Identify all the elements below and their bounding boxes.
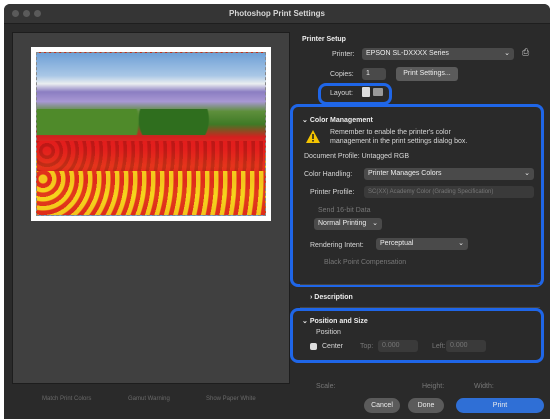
description-section[interactable]: › Description bbox=[310, 294, 353, 301]
chevron-down-icon: ⌄ bbox=[458, 240, 464, 247]
send-16bit-checkbox[interactable]: Send 16-bit Data bbox=[318, 207, 371, 214]
normal-printing-select[interactable]: Normal Printing ⌄ bbox=[314, 218, 382, 230]
copies-label: Copies: bbox=[330, 71, 354, 78]
portrait-layout-icon[interactable] bbox=[362, 87, 370, 97]
printer-profile-select[interactable]: SC(XX) Academy Color (Grading Specificat… bbox=[364, 186, 534, 198]
center-label: Center bbox=[322, 343, 344, 350]
document-profile: Document Profile: Untagged RGB bbox=[304, 153, 410, 160]
divider bbox=[300, 284, 540, 285]
preview-image[interactable] bbox=[36, 52, 266, 216]
color-handling-label: Color Handling: bbox=[304, 171, 353, 178]
print-settings-button[interactable]: Print Settings... bbox=[396, 67, 458, 81]
printer-label: Printer: bbox=[332, 51, 355, 58]
print-settings-window: Photoshop Print Settings Printer Setup P… bbox=[4, 4, 550, 419]
left-label: Left: bbox=[432, 343, 446, 350]
show-paper-white-checkbox[interactable]: Show Paper White bbox=[206, 396, 256, 402]
top-label: Top: bbox=[360, 343, 374, 350]
title-bar: Photoshop Print Settings bbox=[4, 4, 550, 24]
printer-value: EPSON SL-DXXXX Series bbox=[366, 50, 449, 57]
landscape-layout-icon[interactable] bbox=[373, 88, 383, 96]
chevron-down-icon: ⌄ bbox=[504, 50, 510, 57]
chevron-down-icon: ⌄ bbox=[302, 117, 310, 124]
cancel-button[interactable]: Cancel bbox=[364, 398, 400, 413]
warning-icon bbox=[306, 130, 320, 143]
chevron-down-icon: ⌄ bbox=[372, 220, 378, 227]
width-label: Width: bbox=[474, 383, 494, 390]
copies-input[interactable]: 1 bbox=[362, 68, 386, 80]
match-print-colors-checkbox[interactable]: Match Print Colors bbox=[42, 396, 91, 402]
rendering-intent-label: Rendering Intent: bbox=[310, 242, 364, 249]
top-input[interactable]: 0.000 bbox=[378, 340, 418, 352]
color-notice: Remember to enable the printer's color m… bbox=[330, 129, 468, 145]
chevron-down-icon: ⌄ bbox=[524, 170, 530, 177]
done-button[interactable]: Done bbox=[408, 398, 444, 413]
settings-panel: Printer Setup Printer: EPSON SL-DXXXX Se… bbox=[290, 32, 546, 390]
gamut-warning-checkbox[interactable]: Gamut Warning bbox=[128, 396, 170, 402]
print-button[interactable]: Print bbox=[456, 398, 544, 413]
window-title: Photoshop Print Settings bbox=[229, 9, 325, 18]
position-size-heading[interactable]: ⌄ Position and Size bbox=[302, 317, 368, 325]
left-input[interactable]: 0.000 bbox=[446, 340, 486, 352]
color-handling-select[interactable]: Printer Manages Colors ⌄ bbox=[364, 168, 534, 180]
chevron-down-icon: ⌄ bbox=[302, 318, 310, 325]
black-point-checkbox[interactable]: Black Point Compensation bbox=[324, 259, 406, 266]
printer-select[interactable]: EPSON SL-DXXXX Series ⌄ bbox=[362, 48, 514, 60]
printer-profile-label: Printer Profile: bbox=[310, 189, 355, 196]
checkbox-icon[interactable] bbox=[310, 343, 317, 350]
preview-paper bbox=[31, 47, 271, 221]
scale-label: Scale: bbox=[316, 383, 336, 390]
color-management-heading[interactable]: ⌄ Color Management bbox=[302, 116, 373, 124]
printer-options-icon[interactable]: ⎙ bbox=[522, 47, 529, 58]
printer-setup-heading: Printer Setup bbox=[302, 36, 346, 43]
position-subheading: Position bbox=[316, 329, 341, 336]
height-label: Height: bbox=[422, 383, 445, 390]
layout-label: Layout: bbox=[330, 90, 353, 97]
print-preview bbox=[12, 32, 290, 384]
rendering-intent-select[interactable]: Perceptual ⌄ bbox=[376, 238, 468, 250]
